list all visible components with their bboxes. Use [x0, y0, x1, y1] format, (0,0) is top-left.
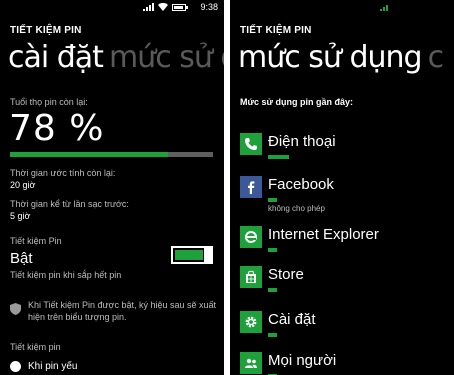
wifi-icon	[158, 3, 168, 11]
battery-level-bar	[10, 152, 213, 157]
app-usage-row[interactable]: Facebook không cho phép	[240, 176, 450, 216]
app-usage-bar	[268, 288, 277, 292]
settings-gear-icon	[240, 311, 262, 333]
battery-saver-hint: Tiết kiệm pin khi sắp hết pin	[10, 270, 122, 280]
battery-saver-settings-screen: 9:38 TIẾT KIỆM PIN cài đặtmức sử d Tuổi …	[0, 0, 224, 375]
app-usage-bar	[268, 155, 289, 159]
low-battery-radio[interactable]	[10, 361, 21, 372]
internet-explorer-icon	[240, 226, 262, 248]
app-title: TIẾT KIỆM PIN	[240, 25, 312, 36]
pivot-header: cài đặtmức sử d	[8, 40, 224, 75]
app-name: Store	[268, 266, 304, 283]
battery-percent: 78 %	[9, 108, 105, 149]
battery-saver-note: Khi Tiết kiệm Pin được bật, ký hiệu sau …	[28, 300, 217, 322]
app-usage-note: không cho phép	[268, 204, 325, 213]
app-name: Mọi người	[268, 352, 337, 369]
app-usage-row[interactable]: Store	[240, 266, 450, 306]
battery-saver-label: Tiết kiệm Pin	[10, 236, 62, 246]
status-bar	[230, 0, 454, 16]
pivot-tab-usage[interactable]: mức sử dụng	[238, 40, 423, 75]
app-name: Điện thoại	[268, 133, 336, 150]
store-icon	[240, 266, 262, 288]
facebook-icon	[240, 176, 262, 198]
signal-icon	[380, 3, 388, 11]
app-usage-row[interactable]: Internet Explorer	[240, 226, 450, 266]
people-icon	[240, 352, 262, 374]
phone-icon	[240, 133, 262, 155]
since-charge-label: Thời gian kể từ lần sạc trước:	[10, 199, 129, 209]
app-usage-row[interactable]: Cài đặt	[240, 311, 450, 351]
battery-saver-toggle[interactable]	[171, 246, 213, 264]
shield-icon	[10, 303, 21, 315]
since-charge-value: 5 giờ	[10, 211, 31, 221]
app-title: TIẾT KIỆM PIN	[10, 25, 82, 36]
app-name: Facebook	[268, 176, 334, 193]
app-usage-bar	[268, 333, 277, 337]
status-time: 9:38	[200, 2, 218, 12]
app-name: Cài đặt	[268, 311, 316, 328]
app-usage-row[interactable]: Mọi người	[240, 352, 450, 375]
pivot-tab-settings[interactable]: cài đặt	[8, 40, 104, 75]
status-bar: 9:38	[0, 0, 224, 16]
app-usage-row[interactable]: Điện thoại	[240, 133, 450, 173]
battery-life-label: Tuổi thọ pin còn lại:	[10, 97, 88, 107]
signal-icon	[143, 3, 154, 11]
pivot-tab-usage[interactable]: mức sử d	[109, 40, 224, 75]
battery-usage-screen: TIẾT KIỆM PIN mức sử dụng c Mức sử dụng p…	[230, 0, 454, 375]
battery-saver-mode-label: Tiết kiệm pin	[10, 342, 61, 352]
low-battery-option[interactable]: Khi pin yếu	[28, 361, 77, 372]
pivot-tab-settings[interactable]: c	[428, 40, 444, 75]
pivot-header: mức sử dụng c	[238, 40, 444, 75]
estimated-time-label: Thời gian ước tính còn lại:	[10, 168, 116, 178]
battery-icon	[172, 4, 188, 11]
estimated-time-value: 20 giờ	[10, 180, 36, 190]
app-usage-bar	[268, 198, 277, 202]
app-name: Internet Explorer	[268, 226, 379, 243]
battery-saver-state: Bật	[10, 250, 33, 267]
app-usage-bar	[268, 248, 277, 252]
battery-level-fill	[10, 152, 169, 157]
recent-usage-title: Mức sử dụng pin gần đây:	[240, 97, 354, 107]
